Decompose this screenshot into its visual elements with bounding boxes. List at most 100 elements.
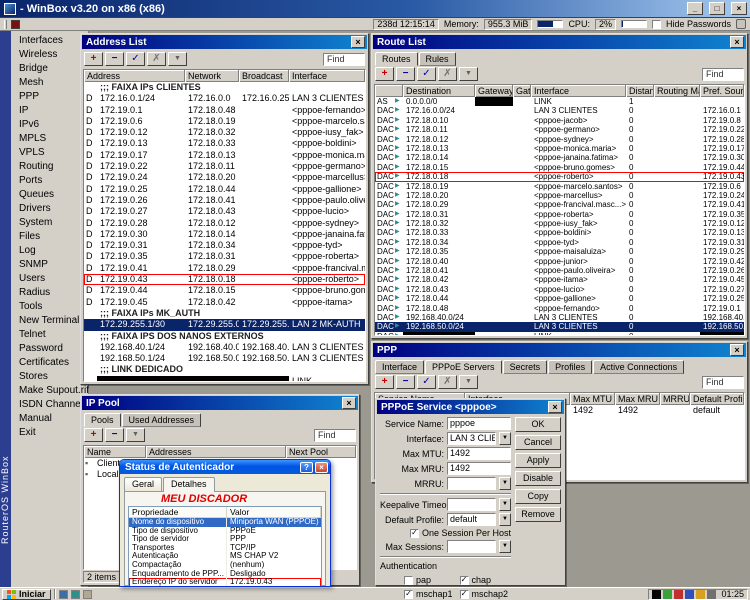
auth-checkbox[interactable] bbox=[460, 576, 469, 585]
auth-checkbox[interactable] bbox=[460, 590, 469, 599]
address-row[interactable]: D 172.19.0.13 172.18.0.33 <pppoe-boldini… bbox=[84, 138, 365, 149]
help-icon[interactable]: ? bbox=[300, 462, 313, 473]
tab[interactable]: Secrets bbox=[503, 360, 548, 374]
xp-titlebar[interactable]: Status de Autenticador ? × bbox=[120, 460, 330, 474]
disable-button[interactable]: ✗ bbox=[438, 375, 457, 389]
hide-passwords-checkbox[interactable] bbox=[652, 20, 661, 29]
enable-button[interactable]: ✓ bbox=[417, 67, 436, 81]
property-row[interactable]: Endereço IP do servidor 172.19.0.43 bbox=[129, 578, 321, 587]
dialog-button[interactable]: Remove bbox=[515, 507, 561, 522]
enable-button[interactable]: ✓ bbox=[417, 375, 436, 389]
address-row[interactable]: LINK bbox=[84, 376, 365, 381]
sidebar-item[interactable]: IP ▸ bbox=[11, 104, 88, 118]
close-icon[interactable]: × bbox=[548, 401, 562, 413]
column-header-broadcast[interactable]: Broadcast bbox=[239, 70, 289, 82]
column-header-gat[interactable]: Gat... bbox=[513, 85, 531, 97]
sidebar-item[interactable]: System ▸ bbox=[11, 216, 88, 230]
toolbar-grip[interactable] bbox=[4, 20, 7, 29]
address-row[interactable]: D 172.19.0.25 172.18.0.44 <pppoe-gallion… bbox=[84, 184, 365, 195]
default-profile-select[interactable]: default bbox=[447, 513, 496, 526]
main-titlebar[interactable]: - WinBox v3.20 on x86 (x86) _ □ × bbox=[0, 0, 750, 18]
route-row[interactable]: DAC ▶ 192.168.50.0/24 LAN 3 CLIENTES 0 1… bbox=[375, 322, 744, 331]
column-header-max-mru[interactable]: Max MRU bbox=[615, 393, 660, 405]
address-row[interactable]: ;;; FAIXA IPS DOS NANOS EXTERNOS bbox=[84, 331, 365, 342]
filter-icon[interactable]: ▼ bbox=[459, 67, 478, 81]
max-mru-field[interactable]: 1492 bbox=[447, 462, 511, 475]
tab[interactable]: Rules bbox=[419, 52, 456, 66]
property-row[interactable]: Transportes TCP/IP bbox=[129, 544, 321, 553]
tab[interactable]: Profiles bbox=[548, 360, 592, 374]
dialog-button[interactable]: Copy bbox=[515, 489, 561, 504]
find-button[interactable]: Find bbox=[323, 53, 365, 66]
property-row[interactable]: Tipo de servidor PPP bbox=[129, 535, 321, 544]
one-session-checkbox[interactable] bbox=[410, 529, 419, 538]
sidebar-item[interactable]: Interfaces ▸ bbox=[11, 34, 88, 48]
route-row[interactable]: DAC ▶ 172.18.0.43 <pppoe-lucio> 0 172.19… bbox=[375, 285, 744, 294]
add-button[interactable]: + bbox=[375, 375, 394, 389]
pppoe-dialog-titlebar[interactable]: PPPoE Service <pppoe> × bbox=[377, 400, 564, 414]
find-button[interactable]: Find bbox=[702, 68, 744, 81]
tray-icon[interactable] bbox=[674, 590, 683, 599]
address-row[interactable]: D 172.19.0.6 172.18.0.19 <pppoe-marcelo.… bbox=[84, 116, 365, 127]
route-row[interactable]: AS ▶ 0.0.0.0/0 LINK 1 bbox=[375, 97, 744, 106]
sidebar-item[interactable]: Manual ▸ bbox=[11, 412, 88, 426]
route-list-titlebar[interactable]: Route List × bbox=[373, 35, 746, 49]
add-button[interactable]: + bbox=[375, 67, 394, 81]
maximize-button[interactable]: □ bbox=[709, 2, 725, 15]
route-row[interactable]: DAC ▶ 172.18.0.20 <pppoe-marcellus> 0 17… bbox=[375, 191, 744, 200]
route-row[interactable]: DAC ▶ 172.18.0.44 <pppoe-gallione> 0 172… bbox=[375, 294, 744, 303]
tab[interactable]: Routes bbox=[375, 52, 418, 66]
column-header-network[interactable]: Network bbox=[185, 70, 239, 82]
sidebar-item[interactable]: Log ▸ bbox=[11, 244, 88, 258]
address-row[interactable]: D 172.19.0.43 172.18.0.18 <pppoe-roberto… bbox=[84, 274, 365, 285]
route-row[interactable]: DAC ▶ 172.18.0.42 <pppoe-itama> 0 172.19… bbox=[375, 275, 744, 284]
address-row[interactable]: D 172.19.0.31 172.18.0.34 <pppoe-tyd> bbox=[84, 240, 365, 251]
column-header-name[interactable]: Name bbox=[84, 446, 146, 458]
route-row[interactable]: DAC ▶ 172.18.0.10 <pppoe-jacob> 0 172.19… bbox=[375, 116, 744, 125]
remove-button[interactable]: − bbox=[396, 375, 415, 389]
address-row[interactable]: 192.168.50.1/24 192.168.50.0 192.168.50.… bbox=[84, 353, 365, 364]
find-button[interactable]: Find bbox=[314, 429, 356, 442]
sidebar-item[interactable]: Radius ▸ bbox=[11, 286, 88, 300]
route-row[interactable]: DAC ▶ 172.18.0.19 <pppoe-marcelo.santos>… bbox=[375, 182, 744, 191]
route-row[interactable]: DAC ▶ 172.18.0.12 <pppoe-sydney> 0 172.1… bbox=[375, 135, 744, 144]
sidebar-item[interactable]: Bridge ▸ bbox=[11, 62, 88, 76]
dialog-button[interactable]: Disable bbox=[515, 471, 561, 486]
route-row[interactable]: DAC ▶ 172.18.0.31 <pppoe-roberta> 0 172.… bbox=[375, 210, 744, 219]
remove-button[interactable]: − bbox=[105, 428, 124, 442]
tab[interactable]: Used Addresses bbox=[122, 413, 202, 427]
tray-icon[interactable] bbox=[696, 590, 705, 599]
column-header-pref-source[interactable]: Pref. Source bbox=[700, 85, 744, 97]
sidebar-item[interactable]: MPLS ▸ bbox=[11, 132, 88, 146]
address-row[interactable]: ;;; LINK DEDICADO bbox=[84, 364, 365, 375]
route-row[interactable]: DAC ▶ 172.18.0.34 <pppoe-tyd> 0 172.19.0… bbox=[375, 238, 744, 247]
dialog-button[interactable]: Cancel bbox=[515, 435, 561, 450]
address-row[interactable]: D 172.16.0.1/24 172.16.0.0 172.16.0.255 … bbox=[84, 93, 365, 104]
close-icon[interactable]: × bbox=[351, 36, 365, 48]
tab[interactable]: PPPoE Servers bbox=[425, 360, 502, 374]
column-header-valor[interactable]: Valor bbox=[227, 507, 321, 518]
address-row[interactable]: D 172.19.0.35 172.18.0.31 <pppoe-roberta… bbox=[84, 251, 365, 262]
route-row[interactable]: DAC ▶ 172.18.0.48 <pppoe-fernando> 0 172… bbox=[375, 304, 744, 313]
remove-button[interactable]: − bbox=[396, 67, 415, 81]
mrru-field[interactable] bbox=[447, 477, 496, 490]
route-row[interactable]: DAC ▶ LINK 0 bbox=[375, 332, 744, 335]
address-row[interactable]: 192.168.40.1/24 192.168.40.0 192.168.40.… bbox=[84, 342, 365, 353]
sidebar-item[interactable]: SNMP ▸ bbox=[11, 258, 88, 272]
auth-checkbox[interactable] bbox=[404, 590, 413, 599]
tab[interactable]: Active Connections bbox=[593, 360, 684, 374]
auth-checkbox[interactable] bbox=[404, 576, 413, 585]
tray-icon[interactable] bbox=[663, 590, 672, 599]
column-header-interface[interactable]: Interface bbox=[531, 85, 626, 97]
close-icon[interactable]: × bbox=[730, 344, 744, 356]
column-header-routing-mark[interactable]: Routing Mark bbox=[654, 85, 700, 97]
route-row[interactable]: DAC ▶ 172.18.0.41 <pppoe-paulo.oliveira>… bbox=[375, 266, 744, 275]
filter-icon[interactable]: ▼ bbox=[126, 428, 145, 442]
address-row[interactable]: D 172.19.0.30 172.18.0.14 <pppoe-janaina… bbox=[84, 229, 365, 240]
sidebar-item[interactable]: Stores ▸ bbox=[11, 370, 88, 384]
sidebar-item[interactable]: New Terminal ▸ bbox=[11, 314, 88, 328]
enable-button[interactable]: ✓ bbox=[126, 52, 145, 66]
sidebar-item[interactable]: Files ▸ bbox=[11, 230, 88, 244]
taskbar-clock[interactable]: 01:25 bbox=[718, 589, 744, 599]
address-row[interactable]: D 172.19.0.26 172.18.0.41 <pppoe-paulo.o… bbox=[84, 195, 365, 206]
